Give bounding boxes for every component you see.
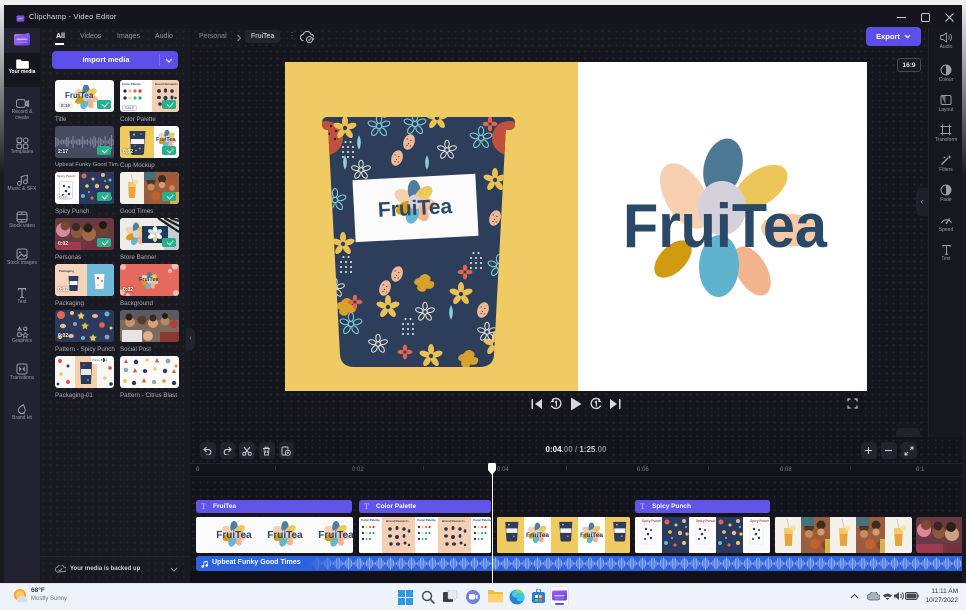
svg-text:FruiTea: FruiTea <box>318 530 353 541</box>
svg-text:Citrus Blast: Citrus Blast <box>92 358 108 362</box>
svg-text:FruiTea: FruiTea <box>623 192 827 261</box>
svg-text:FruiTea: FruiTea <box>377 195 453 222</box>
svg-text:FruiTea: FruiTea <box>216 530 252 541</box>
svg-text:FruiTea: FruiTea <box>267 530 303 541</box>
